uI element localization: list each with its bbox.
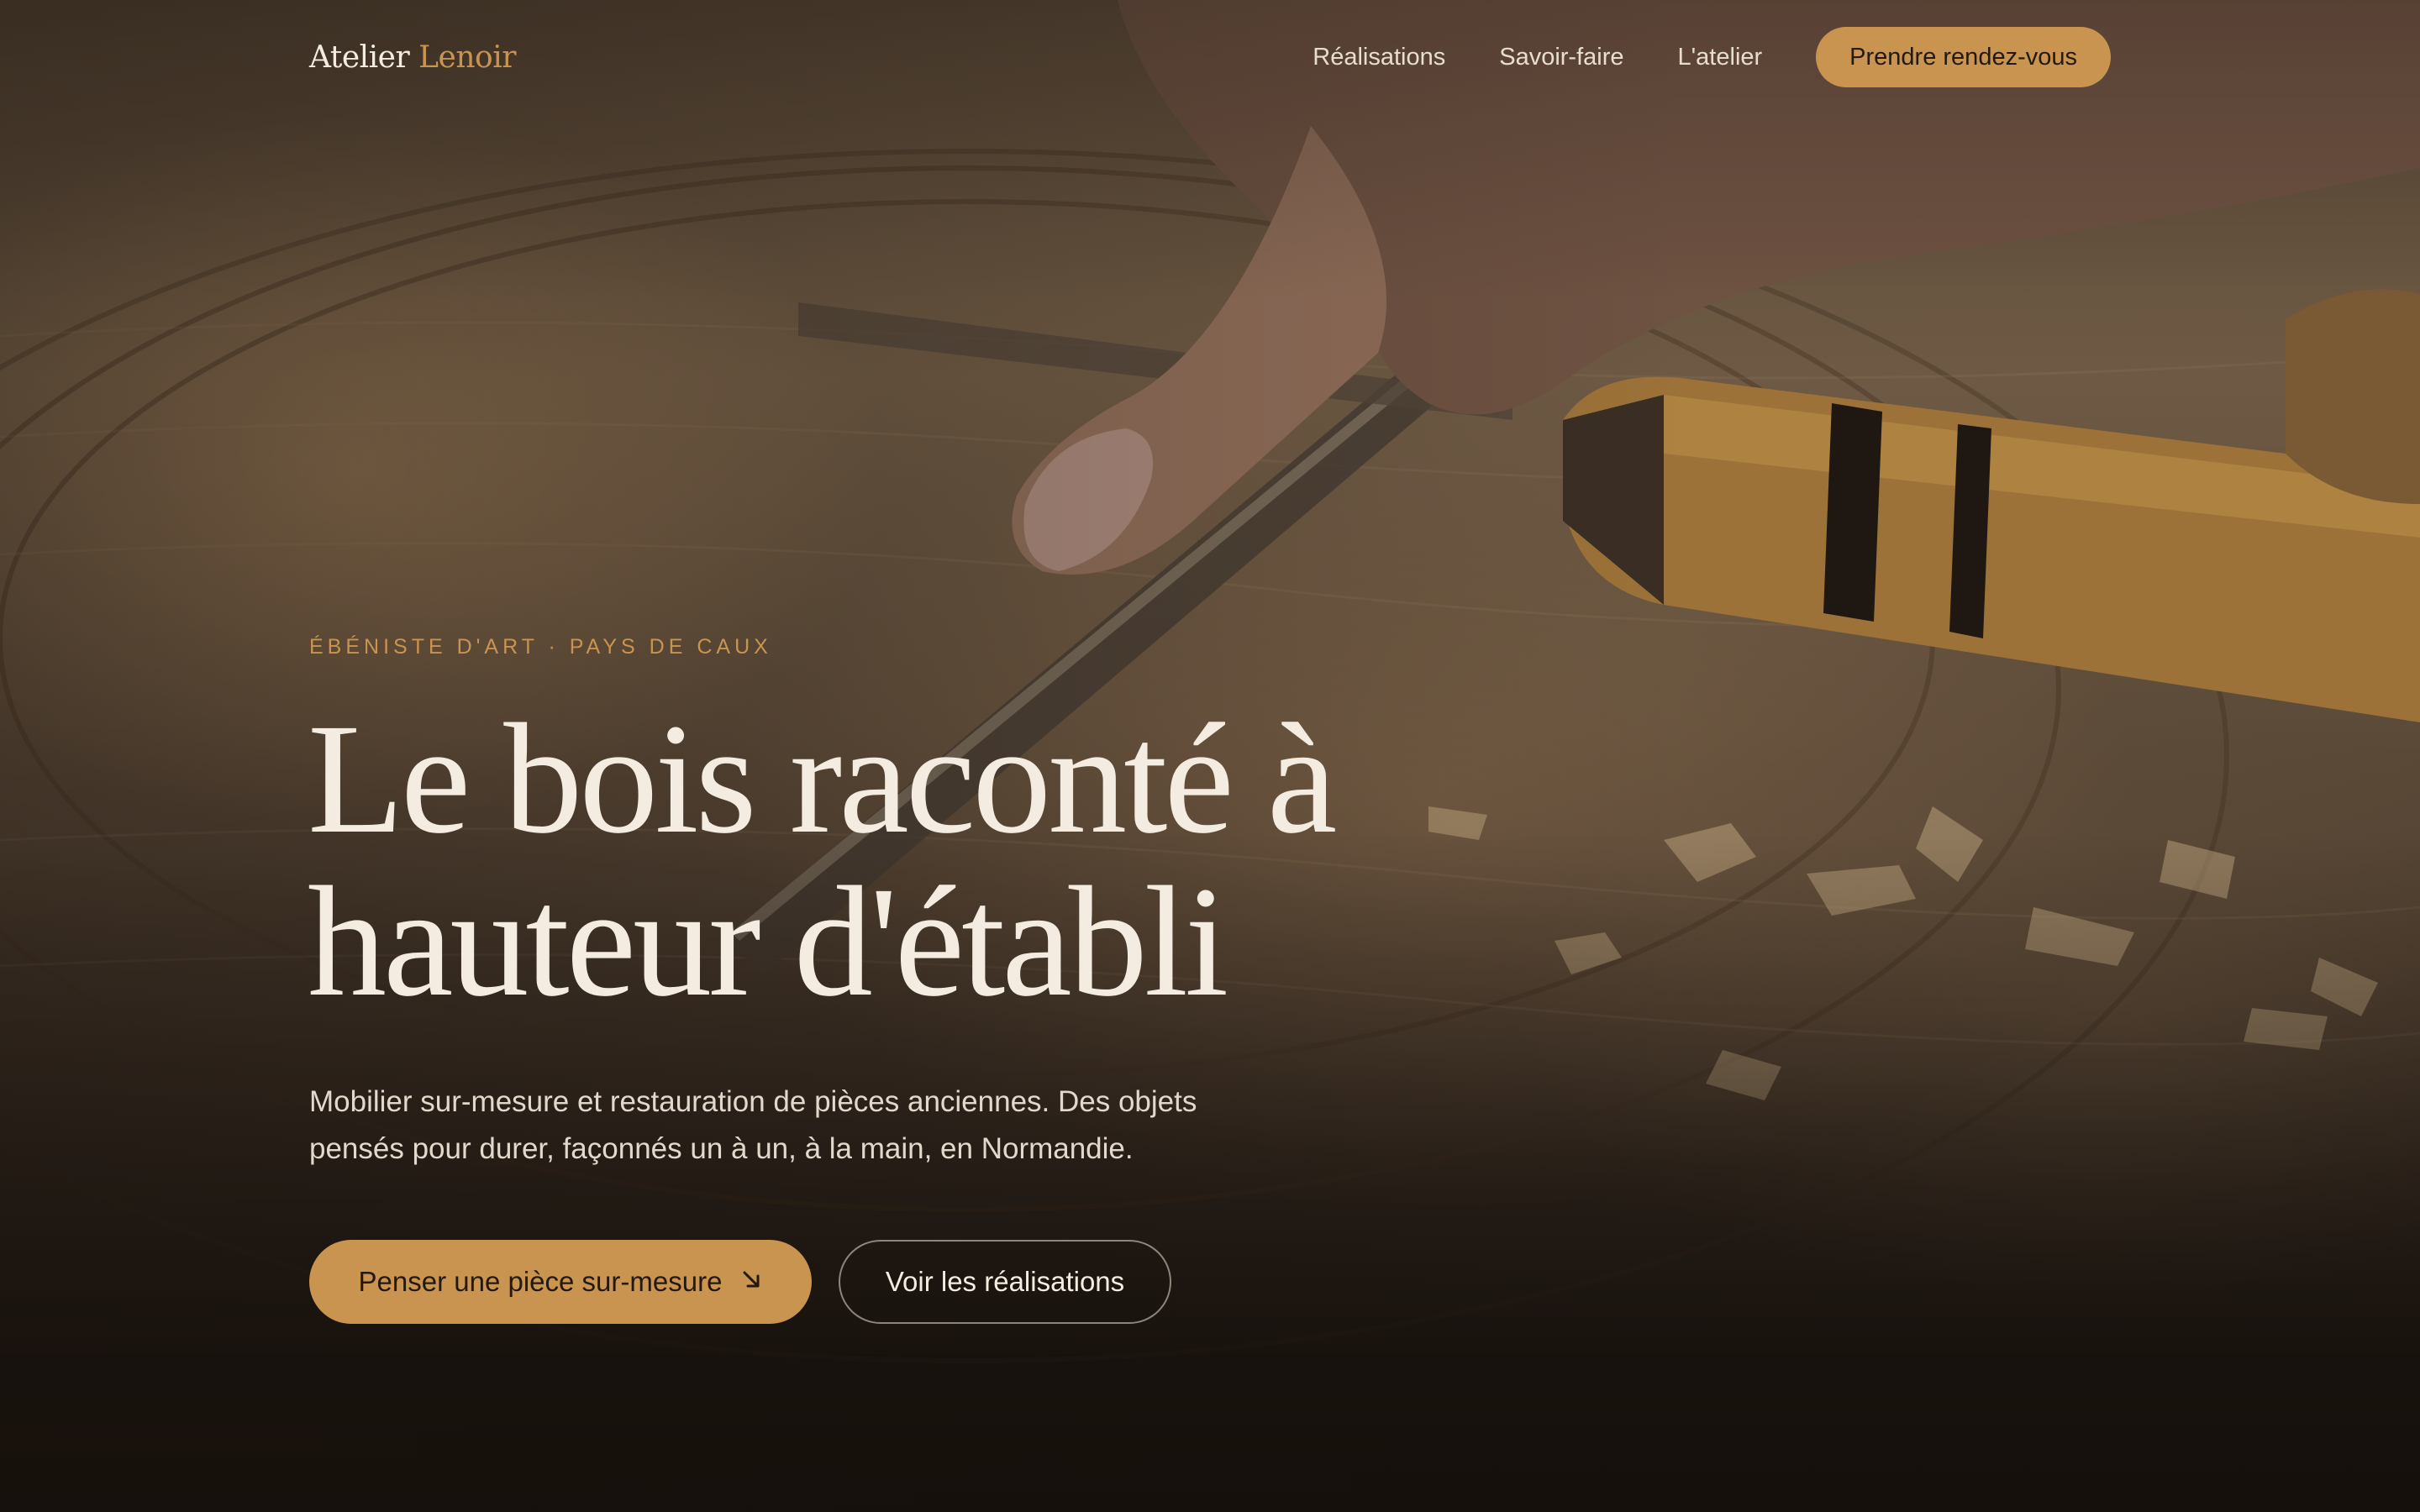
hero-headline: Le bois raconté à hauteur d'établi [308,697,1484,1023]
book-appointment-button[interactable]: Prendre rendez-vous [1816,27,2111,87]
brand-logo[interactable]: Atelier Lenoir [309,40,516,75]
lead-line-1: Mobilier sur-mesure et restauration de p… [309,1085,1197,1118]
nav-link-realisations[interactable]: Réalisations [1313,44,1445,71]
top-nav: Atelier Lenoir Réalisations Savoir-faire… [309,25,2111,89]
hero-eyebrow: ÉBÉNISTE D'ART · PAYS DE CAUX [309,635,772,659]
logo-primary-text: Atelier [309,39,410,75]
custom-piece-button[interactable]: Penser une pièce sur-mesure [309,1240,812,1324]
hero-section: Atelier Lenoir Réalisations Savoir-faire… [0,0,2420,1512]
nav-link-atelier[interactable]: L'atelier [1678,44,1763,71]
headline-line-2: hauteur d'établi [308,853,1228,1029]
nav-link-savoir-faire[interactable]: Savoir-faire [1499,44,1623,71]
view-work-button[interactable]: Voir les réalisations [839,1240,1171,1324]
nav-menu: Réalisations Savoir-faire L'atelier Pren… [1313,27,2111,87]
custom-piece-button-label: Penser une pièce sur-mesure [358,1266,723,1297]
headline-line-1: Le bois raconté à [308,690,1337,866]
arrow-down-right-icon [740,1268,762,1295]
hero-lead: Mobilier sur-mesure et restauration de p… [309,1079,1368,1173]
lead-line-2: pensés pour durer, façonnés un à un, à l… [309,1132,1134,1165]
logo-accent-text: Lenoir [418,39,516,75]
